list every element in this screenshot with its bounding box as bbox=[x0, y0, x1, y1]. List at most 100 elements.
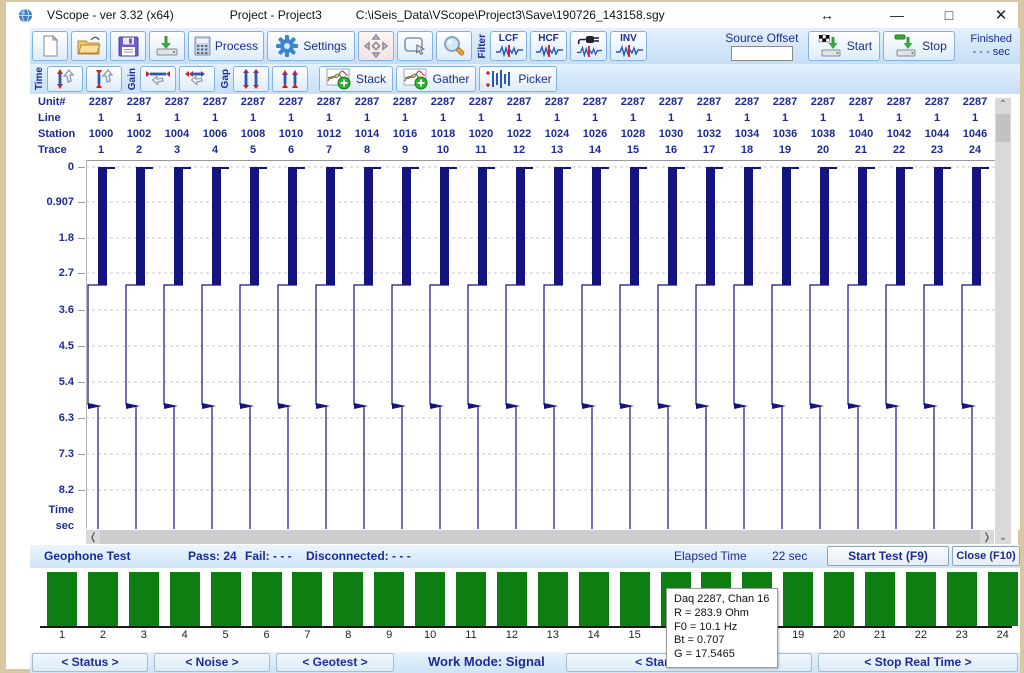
save-button[interactable] bbox=[110, 31, 146, 61]
seismic-trace bbox=[392, 167, 419, 529]
lcf-filter-button[interactable]: LCF bbox=[490, 31, 527, 61]
start-test-button[interactable]: Start Test (F9) bbox=[827, 546, 949, 566]
inv-filter-button[interactable]: INV bbox=[610, 31, 647, 61]
header-cell: 22 bbox=[880, 144, 918, 156]
channel-bar[interactable] bbox=[292, 572, 322, 626]
window-title: VScope - ver 3.32 (x64) bbox=[47, 8, 174, 22]
zoom-button[interactable] bbox=[436, 31, 472, 61]
header-cell: 1010 bbox=[272, 128, 310, 140]
stop-button[interactable]: Stop bbox=[883, 31, 955, 61]
channel-bar[interactable] bbox=[88, 572, 118, 626]
export-data-button[interactable] bbox=[149, 31, 185, 61]
header-cell: 10 bbox=[424, 144, 462, 156]
channel-bar[interactable] bbox=[129, 572, 159, 626]
header-cell: 1 bbox=[690, 112, 728, 124]
header-cell: 15 bbox=[614, 144, 652, 156]
gain-decrease-button[interactable] bbox=[179, 66, 215, 92]
new-file-button[interactable] bbox=[32, 31, 68, 61]
header-row: Trace12345678910111213141516171819202122… bbox=[30, 142, 1020, 158]
gather-button[interactable]: Gather bbox=[396, 66, 476, 92]
horizontal-scrollbar[interactable]: ❬ ❭ bbox=[86, 530, 994, 544]
channel-bar[interactable] bbox=[211, 572, 241, 626]
status-mode-button[interactable]: < Status > bbox=[32, 653, 148, 672]
time-expand-button[interactable] bbox=[47, 66, 83, 92]
channel-bar[interactable] bbox=[865, 572, 895, 626]
stop-realtime-button[interactable]: < Stop Real Time > bbox=[818, 653, 1018, 672]
minimize-button[interactable]: — bbox=[886, 7, 908, 23]
channel-number: 3 bbox=[129, 629, 159, 641]
hcf-filter-button[interactable]: HCF bbox=[530, 31, 567, 61]
channel-number: 24 bbox=[988, 629, 1018, 641]
picker-button[interactable]: Picker bbox=[479, 66, 557, 92]
gain-increase-button[interactable] bbox=[140, 66, 176, 92]
geotest-mode-button[interactable]: < Geotest > bbox=[276, 653, 394, 672]
channel-bar[interactable] bbox=[538, 572, 568, 626]
channel-bar[interactable] bbox=[374, 572, 404, 626]
channel-bar[interactable] bbox=[620, 572, 650, 626]
gap-compress-button[interactable] bbox=[272, 66, 308, 92]
header-cell: 24 bbox=[956, 144, 994, 156]
channel-bar[interactable] bbox=[906, 572, 936, 626]
channel-bar[interactable] bbox=[824, 572, 854, 626]
channel-bar[interactable] bbox=[497, 572, 527, 626]
tick-dash bbox=[78, 454, 85, 455]
channel-bar[interactable] bbox=[252, 572, 282, 626]
process-button[interactable]: Process bbox=[188, 31, 264, 61]
notch-filter-button[interactable] bbox=[570, 31, 607, 61]
time-tick-label: 1.8 bbox=[30, 232, 74, 244]
header-cell: 1 bbox=[196, 112, 234, 124]
scroll-right-icon[interactable]: ❭ bbox=[980, 532, 994, 543]
stop-disk-icon bbox=[892, 34, 918, 58]
resize-arrows-icon[interactable]: ↔ bbox=[816, 7, 838, 23]
horizontal-scroll-thumb[interactable] bbox=[100, 530, 979, 544]
close-button[interactable]: ✕ bbox=[990, 6, 1012, 24]
tick-dash bbox=[78, 490, 85, 491]
stack-button[interactable]: Stack bbox=[319, 66, 393, 92]
picker-waveform-icon bbox=[484, 69, 514, 89]
channel-bar[interactable] bbox=[47, 572, 77, 626]
channel-bar[interactable] bbox=[988, 572, 1018, 626]
vertical-scroll-thumb[interactable] bbox=[996, 114, 1010, 142]
move-button[interactable] bbox=[358, 31, 394, 61]
gap-expand-button[interactable] bbox=[233, 66, 269, 92]
close-test-button[interactable]: Close (F10) bbox=[952, 546, 1020, 566]
start-button[interactable]: Start bbox=[808, 31, 880, 61]
seismic-trace bbox=[126, 167, 153, 529]
seismic-trace bbox=[278, 167, 305, 529]
header-cell: 1008 bbox=[234, 128, 272, 140]
trace-header-table: Unit#22872287228722872287228722872287228… bbox=[30, 94, 1020, 158]
header-row-label: Unit# bbox=[30, 96, 82, 108]
vertical-scrollbar[interactable]: ⌃ ⌄ bbox=[995, 98, 1011, 544]
header-row-label: Station bbox=[30, 128, 82, 140]
channel-bar[interactable] bbox=[170, 572, 200, 626]
compress-arrows-icon bbox=[91, 68, 117, 90]
picker-label: Picker bbox=[518, 72, 551, 86]
header-cell: 1024 bbox=[538, 128, 576, 140]
scroll-left-icon[interactable]: ❬ bbox=[86, 532, 100, 543]
channel-bar[interactable] bbox=[333, 572, 363, 626]
scroll-up-icon[interactable]: ⌃ bbox=[995, 99, 1011, 110]
channel-bar[interactable] bbox=[947, 572, 977, 626]
channel-number: 9 bbox=[374, 629, 404, 641]
channel-bar[interactable] bbox=[456, 572, 486, 626]
channel-bar[interactable] bbox=[783, 572, 813, 626]
channel-bar[interactable] bbox=[415, 572, 445, 626]
select-button[interactable] bbox=[397, 31, 433, 61]
noise-mode-button[interactable]: < Noise > bbox=[154, 653, 270, 672]
header-cell: 2287 bbox=[842, 96, 880, 108]
source-offset-input[interactable] bbox=[731, 46, 793, 61]
finished-line1: Finished bbox=[970, 33, 1012, 46]
open-file-button[interactable] bbox=[71, 31, 107, 61]
header-cell: 1 bbox=[918, 112, 956, 124]
process-label: Process bbox=[215, 39, 258, 53]
channel-number: 8 bbox=[333, 629, 363, 641]
channel-number: 10 bbox=[415, 629, 445, 641]
channel-bar[interactable] bbox=[579, 572, 609, 626]
header-row: Unit#22872287228722872287228722872287228… bbox=[30, 94, 1020, 110]
time-compress-button[interactable] bbox=[86, 66, 122, 92]
scroll-down-icon[interactable]: ⌄ bbox=[995, 532, 1011, 543]
settings-button[interactable]: Settings bbox=[267, 31, 355, 61]
header-cell: 1 bbox=[728, 112, 766, 124]
maximize-button[interactable]: □ bbox=[938, 7, 960, 23]
tick-dash bbox=[78, 310, 85, 311]
